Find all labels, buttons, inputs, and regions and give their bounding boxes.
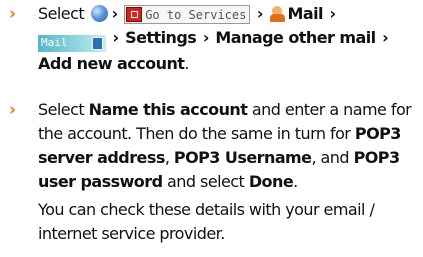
separator: ›	[382, 28, 389, 47]
menu-manage-other-mail: Manage other mail	[215, 28, 376, 47]
select-word: Select	[38, 4, 85, 23]
options-icon	[92, 36, 103, 50]
and-text: , and	[311, 148, 350, 167]
period: .	[184, 53, 189, 73]
goto-services-text: Go to Services	[145, 7, 247, 22]
bullet-arrow: ›	[9, 100, 16, 120]
separator: ›	[329, 4, 337, 23]
step-add-account: › Select › Go to Services › Mail › Mail …	[0, 2, 412, 76]
comma: ,	[164, 148, 170, 167]
mail-title-bar: Mail	[38, 34, 106, 52]
select-word: Select	[38, 100, 85, 119]
provider-note: You can check these details with your em…	[38, 200, 375, 243]
step-text: Select › Go to Services › Mail › Mail › …	[38, 2, 412, 76]
and-select-text: and select	[167, 172, 245, 191]
goto-icon	[126, 7, 143, 22]
option-name-this-account: Name this account	[88, 100, 248, 119]
globe-icon	[90, 5, 108, 22]
option-done: Done	[248, 172, 294, 191]
instruction-page: › Select › Go to Services › Mail › Mail …	[0, 0, 423, 257]
period: .	[293, 172, 298, 191]
separator: ›	[111, 4, 119, 23]
menu-mail: Mail	[287, 4, 324, 23]
separator: ›	[202, 28, 210, 47]
option-pop3-username: POP3 Username	[173, 148, 312, 167]
mail-title-text: Mail	[41, 36, 68, 49]
separator: ›	[256, 4, 264, 23]
bullet-arrow: ›	[9, 4, 16, 24]
menu-settings: Settings	[125, 28, 197, 47]
step-text: Select Name this account and enter a nam…	[38, 98, 412, 194]
mail-icon	[269, 6, 285, 22]
separator: ›	[112, 28, 120, 47]
step-enter-details: › Select Name this account and enter a n…	[0, 98, 412, 194]
goto-services-label: Go to Services	[124, 5, 251, 24]
menu-add-new-account: Add new account	[38, 53, 185, 73]
